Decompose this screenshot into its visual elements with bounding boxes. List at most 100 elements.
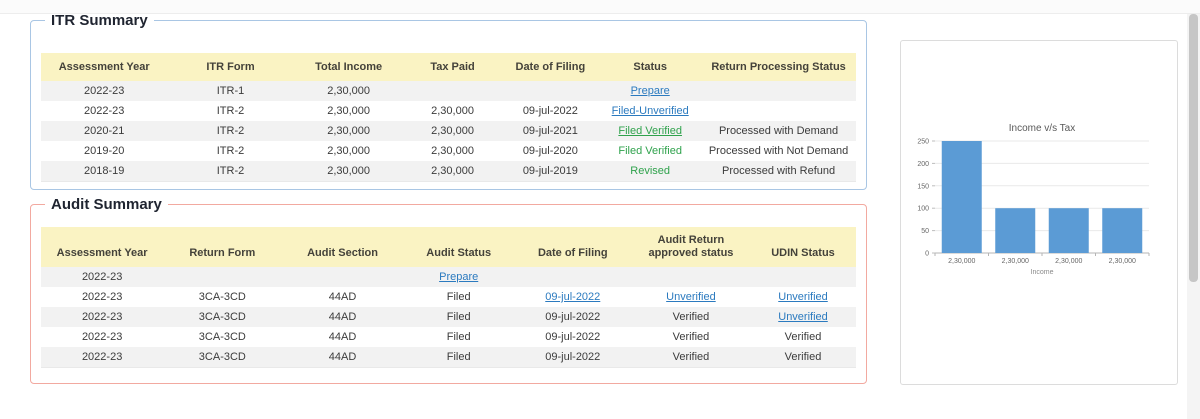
cell-udin-status: Unverified [750, 307, 856, 327]
cell-return-processing-status: Processed with Refund [701, 161, 856, 182]
unverified-link[interactable]: Unverified [778, 291, 828, 303]
cell-audit-return-approved-status: Verified [632, 307, 750, 327]
cell-date-of-filing: 09-jul-2021 [501, 121, 599, 141]
prepare-link[interactable]: Prepare [439, 271, 478, 283]
table-row: 2022-233CA-3CD44ADFiled09-jul-2022Verifi… [41, 347, 856, 368]
cell-return-form: 3CA-3CD [163, 307, 281, 327]
cell-audit-return-approved-status: Verified [632, 347, 750, 368]
cell-total-income: 2,30,000 [294, 121, 404, 141]
cell-return-processing-status [701, 101, 856, 121]
cell-tax-paid: 2,30,000 [404, 121, 502, 141]
cell-assessment-year: 2022-23 [41, 287, 163, 307]
cell-audit-return-approved-status [632, 267, 750, 287]
column-header-date-of-filing: Date of Filing [501, 53, 599, 81]
itr-summary-table: Assessment YearITR FormTotal IncomeTax P… [41, 53, 856, 182]
audit-summary-title: Audit Summary [45, 196, 168, 213]
header-row: Assessment YearReturn FormAudit SectionA… [41, 227, 856, 267]
column-header-status: Status [599, 53, 701, 81]
cell-return-processing-status: Processed with Not Demand [701, 141, 856, 161]
y-tick-label: 100 [917, 206, 929, 213]
filed-verified-link[interactable]: Filed Verified [618, 125, 682, 137]
x-tick-label: 2,30,000 [1002, 258, 1029, 265]
bar [995, 208, 1035, 253]
cell-udin-status: Unverified [750, 287, 856, 307]
cell-audit-return-approved-status: Unverified [632, 287, 750, 307]
column-header-tax-paid: Tax Paid [404, 53, 502, 81]
column-header-return-processing-status: Return Processing Status [701, 53, 856, 81]
audit-summary-panel: Audit Summary Assessment YearReturn Form… [30, 196, 867, 384]
cell-assessment-year: 2022-23 [41, 347, 163, 368]
x-tick-label: 2,30,000 [1055, 258, 1082, 265]
cell-status: Filed Verified [599, 121, 701, 141]
column-header-udin-status: UDIN Status [750, 227, 856, 267]
page-scrollbar-thumb[interactable] [1189, 14, 1198, 282]
cell-audit-section: 44AD [281, 307, 403, 327]
cell-assessment-year: 2022-23 [41, 267, 163, 287]
cell-tax-paid [404, 81, 502, 101]
cell-udin-status: Verified [750, 347, 856, 368]
table-row: 2020-21ITR-22,30,0002,30,00009-jul-2021F… [41, 121, 856, 141]
cell-audit-status: Filed [404, 307, 514, 327]
cell-itr-form: ITR-2 [167, 141, 293, 161]
table-row: 2022-23 Prepare [41, 267, 856, 287]
cell-assessment-year: 2018-19 [41, 161, 167, 182]
cell-audit-status: Prepare [404, 267, 514, 287]
unverified-link[interactable]: Unverified [778, 311, 828, 323]
prepare-link[interactable]: Prepare [631, 85, 670, 97]
cell-date-of-filing: 09-jul-2020 [501, 141, 599, 161]
cell-return-form: 3CA-3CD [163, 347, 281, 368]
cell-assessment-year: 2019-20 [41, 141, 167, 161]
chart-title: Income v/s Tax [1009, 123, 1076, 134]
itr-summary-panel: ITR Summary Assessment YearITR FormTotal… [30, 12, 867, 190]
table-row: 2022-233CA-3CD44ADFiled09-jul-2022Unveri… [41, 287, 856, 307]
table-row: 2022-233CA-3CD44ADFiled09-jul-2022Verifi… [41, 327, 856, 347]
table-row: 2022-23ITR-22,30,0002,30,00009-jul-2022F… [41, 101, 856, 121]
cell-assessment-year: 2022-23 [41, 327, 163, 347]
column-header-date-of-filing: Date of Filing [514, 227, 632, 267]
column-header-audit-return-approved-status: Audit Return approved status [632, 227, 750, 267]
cell-status: Filed-Unverified [599, 101, 701, 121]
cell-status: Prepare [599, 81, 701, 101]
cell-audit-status: Filed [404, 347, 514, 368]
cell-total-income: 2,30,000 [294, 141, 404, 161]
income-vs-tax-chart-card: 0501001502002502,30,0002,30,0002,30,0002… [900, 40, 1178, 385]
bar [942, 141, 982, 253]
09-jul-2022-link[interactable]: 09-jul-2022 [545, 291, 600, 303]
cell-return-form: 3CA-3CD [163, 327, 281, 347]
cell-date-of-filing: 09-jul-2022 [514, 347, 632, 368]
cell-status: Revised [599, 161, 701, 182]
column-header-return-form: Return Form [163, 227, 281, 267]
cell-date-of-filing: 09-jul-2022 [514, 307, 632, 327]
cell-audit-status: Filed [404, 327, 514, 347]
column-header-itr-form: ITR Form [167, 53, 293, 81]
bar [1102, 208, 1142, 253]
itr-table-header: Assessment YearITR FormTotal IncomeTax P… [41, 53, 856, 81]
x-tick-label: 2,30,000 [1109, 258, 1136, 265]
filed-unverified-link[interactable]: Filed-Unverified [612, 105, 689, 117]
cell-itr-form: ITR-2 [167, 101, 293, 121]
y-tick-label: 200 [917, 161, 929, 168]
cell-return-form: 3CA-3CD [163, 287, 281, 307]
cell-return-form [163, 267, 281, 287]
cell-audit-return-approved-status: Verified [632, 327, 750, 347]
cell-audit-section: 44AD [281, 347, 403, 368]
cell-audit-status: Filed [404, 287, 514, 307]
cell-assessment-year: 2022-23 [41, 307, 163, 327]
page-scrollbar-track[interactable] [1187, 14, 1200, 419]
table-row: 2022-23ITR-12,30,000Prepare [41, 81, 856, 101]
cell-total-income: 2,30,000 [294, 101, 404, 121]
column-header-audit-status: Audit Status [404, 227, 514, 267]
y-tick-label: 150 [917, 183, 929, 190]
cell-return-processing-status: Processed with Demand [701, 121, 856, 141]
cell-date-of-filing: 09-jul-2022 [514, 327, 632, 347]
x-tick-label: 2,30,000 [948, 258, 975, 265]
cell-assessment-year: 2022-23 [41, 101, 167, 121]
unverified-link[interactable]: Unverified [666, 291, 716, 303]
cell-itr-form: ITR-2 [167, 161, 293, 182]
column-header-total-income: Total Income [294, 53, 404, 81]
cell-tax-paid: 2,30,000 [404, 161, 502, 182]
table-row: 2022-233CA-3CD44ADFiled09-jul-2022Verifi… [41, 307, 856, 327]
y-tick-label: 0 [925, 251, 929, 258]
x-axis-title: Income [1031, 269, 1054, 276]
cell-return-processing-status [701, 81, 856, 101]
